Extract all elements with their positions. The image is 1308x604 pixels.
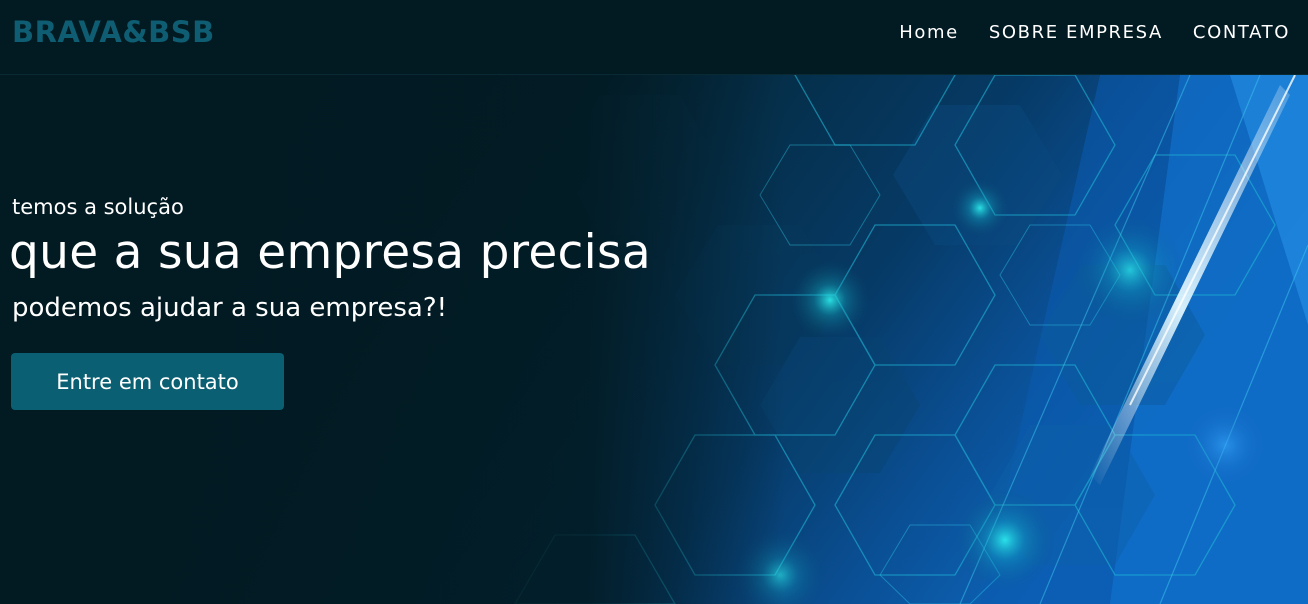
- nav-link-home[interactable]: Home: [899, 22, 959, 43]
- hero-content: temos a solução que a sua empresa precis…: [0, 75, 700, 604]
- hero-subtitle: podemos ajudar a sua empresa?!: [12, 293, 448, 323]
- navbar: BRAVA&BSB Home SOBRE EMPRESA CONTATO: [0, 0, 1308, 75]
- contact-cta-button[interactable]: Entre em contato: [11, 353, 284, 410]
- nav-link-contato[interactable]: CONTATO: [1193, 22, 1290, 43]
- page: BRAVA&BSB Home SOBRE EMPRESA CONTATO tem…: [0, 0, 1308, 604]
- nav-links: Home SOBRE EMPRESA CONTATO: [899, 22, 1290, 43]
- nav-link-sobre-empresa[interactable]: SOBRE EMPRESA: [989, 22, 1163, 43]
- hero-eyebrow: temos a solução: [12, 195, 184, 219]
- hero-section: temos a solução que a sua empresa precis…: [0, 75, 1308, 604]
- hero-title: que a sua empresa precisa: [9, 225, 651, 280]
- brand-logo[interactable]: BRAVA&BSB: [12, 15, 215, 49]
